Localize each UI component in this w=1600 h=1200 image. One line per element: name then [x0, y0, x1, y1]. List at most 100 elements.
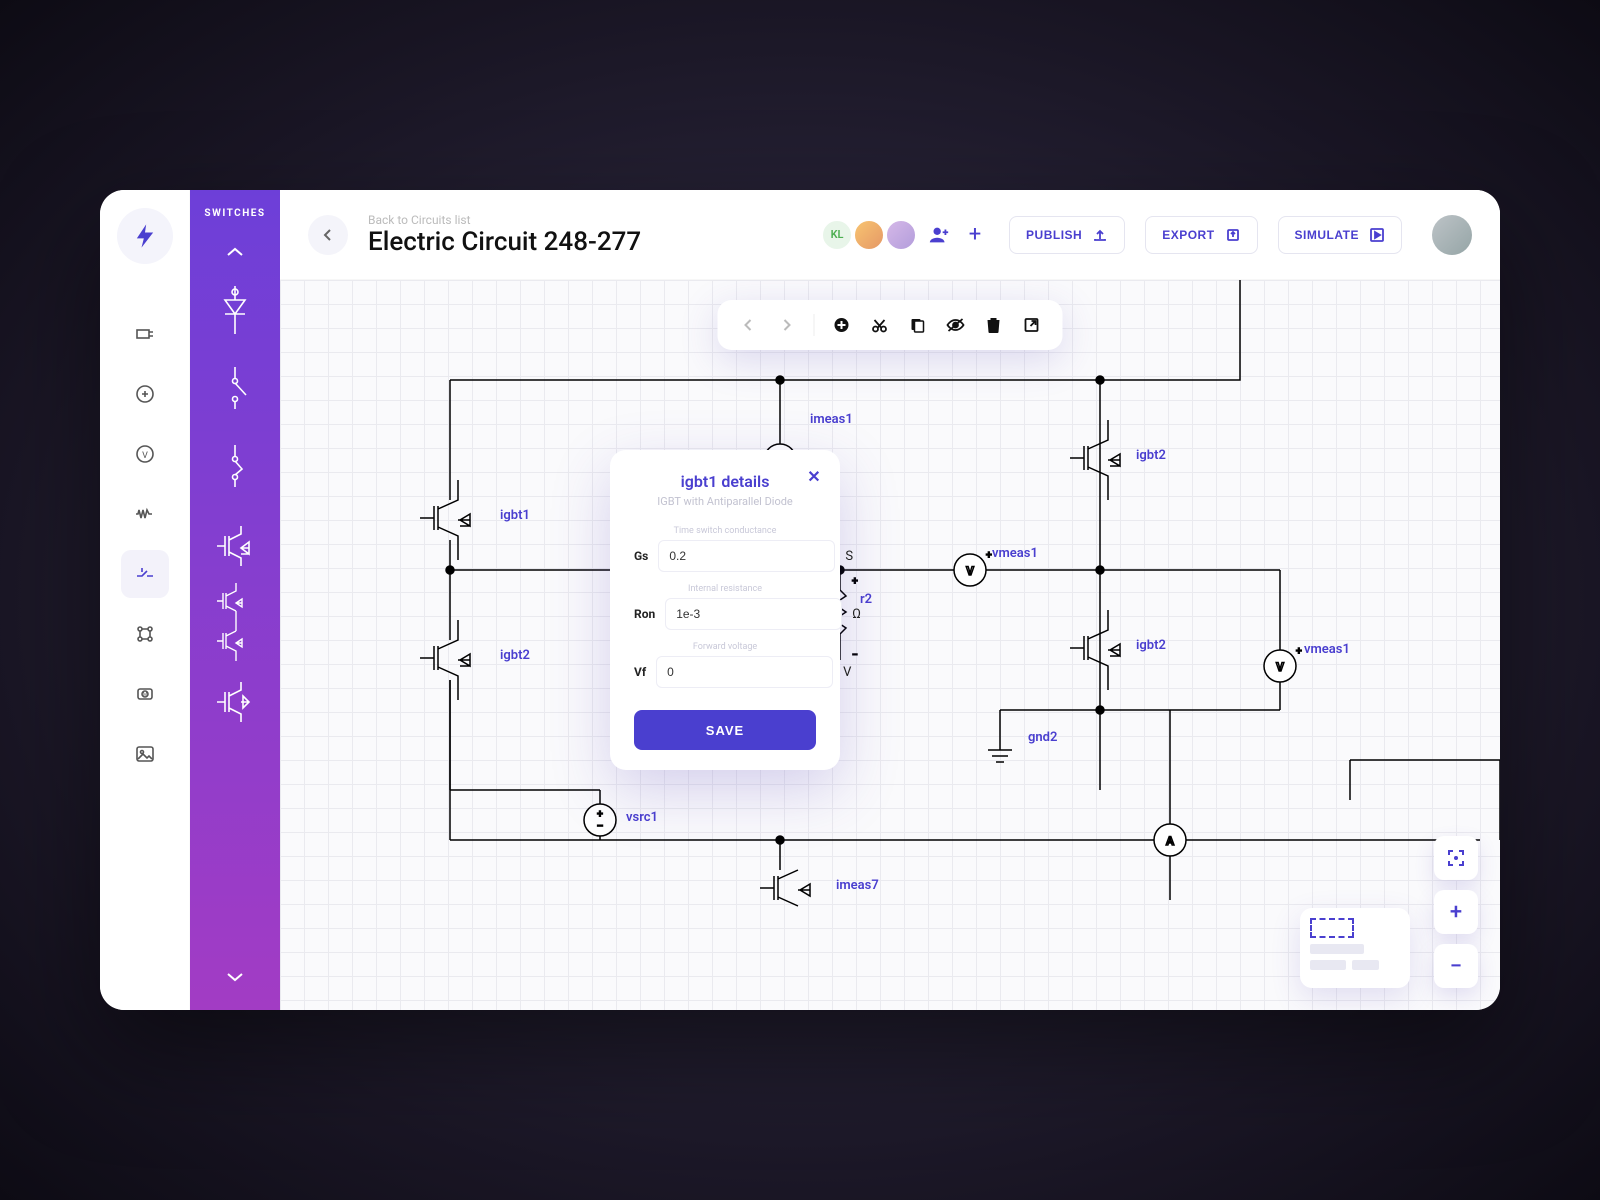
redo-button[interactable] [770, 308, 804, 342]
label-vmeas1-left: vmeas1 [992, 546, 1038, 561]
field-hint: Time switch conductance [634, 526, 816, 536]
svg-text:−: − [597, 819, 604, 833]
palette-item-open-switch[interactable] [205, 353, 265, 423]
label-r2: r2 [860, 592, 872, 607]
label-gnd2-right: gnd2 [1028, 730, 1057, 745]
lightning-icon [131, 222, 159, 250]
label-igbt2-left: igbt2 [500, 648, 530, 663]
popup-subtitle: IGBT with Antiparallel Diode [634, 495, 816, 508]
field-unit: V [843, 665, 851, 680]
back-button[interactable] [308, 215, 348, 255]
svg-text:V: V [966, 564, 974, 578]
field-symbol: Gs [634, 549, 648, 563]
svg-text:A: A [1166, 834, 1175, 848]
sidebar-sources-icon[interactable] [121, 310, 169, 358]
circuit-canvas[interactable]: A + − [280, 280, 1500, 1010]
field-input-vf[interactable] [656, 656, 833, 688]
palette-item-thyristor[interactable] [205, 275, 265, 345]
field-input-gs[interactable] [658, 540, 835, 572]
main-area: Back to Circuits list Electric Circuit 2… [280, 190, 1500, 1010]
sidebar-connectors-icon[interactable] [121, 610, 169, 658]
palette-item-igbt-diode[interactable] [205, 665, 265, 735]
popup-field-vf: Forward voltage Vf V [634, 642, 816, 688]
zoom-controls: + − [1434, 836, 1478, 988]
publish-label: PUBLISH [1026, 228, 1082, 242]
export-button[interactable]: EXPORT [1145, 216, 1257, 254]
field-symbol: Vf [634, 665, 646, 679]
publish-button[interactable]: PUBLISH [1009, 216, 1125, 254]
open-external-button[interactable] [1015, 308, 1049, 342]
component-detail-popup: ✕ igbt1 details IGBT with Antiparallel D… [610, 450, 840, 770]
popup-field-ron: Internal resistance Ron Ω [634, 584, 816, 630]
title-block: Back to Circuits list Electric Circuit 2… [368, 213, 641, 257]
svg-text:V: V [1276, 660, 1284, 674]
hide-button[interactable] [939, 308, 973, 342]
svg-text:+: + [1296, 646, 1302, 657]
palette-item-igbt[interactable] [205, 509, 265, 579]
sidebar-passives-icon[interactable] [121, 490, 169, 538]
label-vsrc1: vsrc1 [626, 810, 658, 825]
page-title: Electric Circuit 248-277 [368, 227, 641, 257]
svg-text:M: M [142, 692, 146, 698]
popup-field-gs: Time switch conductance Gs S [634, 526, 816, 572]
sidebar-switches-icon[interactable] [121, 550, 169, 598]
palette-scroll-down[interactable] [215, 964, 255, 990]
zoom-fit-button[interactable] [1434, 836, 1478, 880]
share-icon [1225, 227, 1241, 243]
add-node-button[interactable] [825, 308, 859, 342]
minimap-viewport[interactable] [1310, 918, 1354, 938]
field-hint: Internal resistance [634, 584, 816, 594]
sidebar-motors-icon[interactable]: M [121, 670, 169, 718]
svg-text:+: + [597, 809, 603, 820]
zoom-in-button[interactable]: + [1434, 890, 1478, 934]
popup-close-button[interactable]: ✕ [802, 464, 826, 488]
copy-button[interactable] [901, 308, 935, 342]
field-unit: S [845, 549, 853, 564]
sidebar-meters-icon[interactable]: V [121, 430, 169, 478]
label-igbt1: igbt1 [500, 508, 530, 523]
palette-item-igbt-bridge[interactable] [205, 587, 265, 657]
add-collaborator-icon[interactable] [925, 221, 953, 249]
label-imeas1: imeas1 [810, 412, 853, 427]
component-palette: SWITCHES [190, 190, 280, 1010]
breadcrumb[interactable]: Back to Circuits list [368, 213, 641, 227]
label-vmeas1-right: vmeas1 [1304, 642, 1350, 657]
cut-button[interactable] [863, 308, 897, 342]
field-input-ron[interactable] [665, 598, 842, 630]
add-button[interactable]: + [961, 221, 989, 249]
upload-icon [1092, 227, 1108, 243]
label-imeas7: imeas7 [836, 878, 879, 893]
label-igbt2-rb: igbt2 [1136, 638, 1166, 653]
export-label: EXPORT [1162, 228, 1214, 242]
svg-text:V: V [142, 451, 148, 461]
app-window: V M SWITCHES [100, 190, 1500, 1010]
delete-button[interactable] [977, 308, 1011, 342]
floating-toolbar [718, 300, 1063, 350]
palette-item-closed-switch[interactable] [205, 431, 265, 501]
popup-save-button[interactable]: SAVE [634, 710, 816, 750]
simulate-button[interactable]: SIMULATE [1278, 216, 1402, 254]
popup-title: igbt1 details [634, 472, 816, 491]
palette-scroll-up[interactable] [215, 239, 255, 265]
simulate-label: SIMULATE [1295, 228, 1359, 242]
profile-avatar[interactable] [1432, 215, 1472, 255]
zoom-out-button[interactable]: − [1434, 944, 1478, 988]
app-logo[interactable] [117, 208, 173, 264]
svg-text:−: − [852, 650, 858, 661]
collaborators: KL + [829, 219, 989, 251]
sidebar-images-icon[interactable] [121, 730, 169, 778]
svg-text:+: + [852, 576, 858, 587]
field-hint: Forward voltage [634, 642, 816, 652]
sidebar-generators-icon[interactable] [121, 370, 169, 418]
undo-button[interactable] [732, 308, 766, 342]
iconbar: V M [100, 190, 190, 1010]
avatar-user-2[interactable] [885, 219, 917, 251]
label-igbt2-rt: igbt2 [1136, 448, 1166, 463]
field-unit: Ω [852, 607, 861, 622]
header: Back to Circuits list Electric Circuit 2… [280, 190, 1500, 280]
field-symbol: Ron [634, 607, 655, 621]
palette-title: SWITCHES [204, 208, 265, 219]
avatar-user-1[interactable] [853, 219, 885, 251]
avatar-kl[interactable]: KL [821, 219, 853, 251]
minimap[interactable] [1300, 908, 1410, 988]
